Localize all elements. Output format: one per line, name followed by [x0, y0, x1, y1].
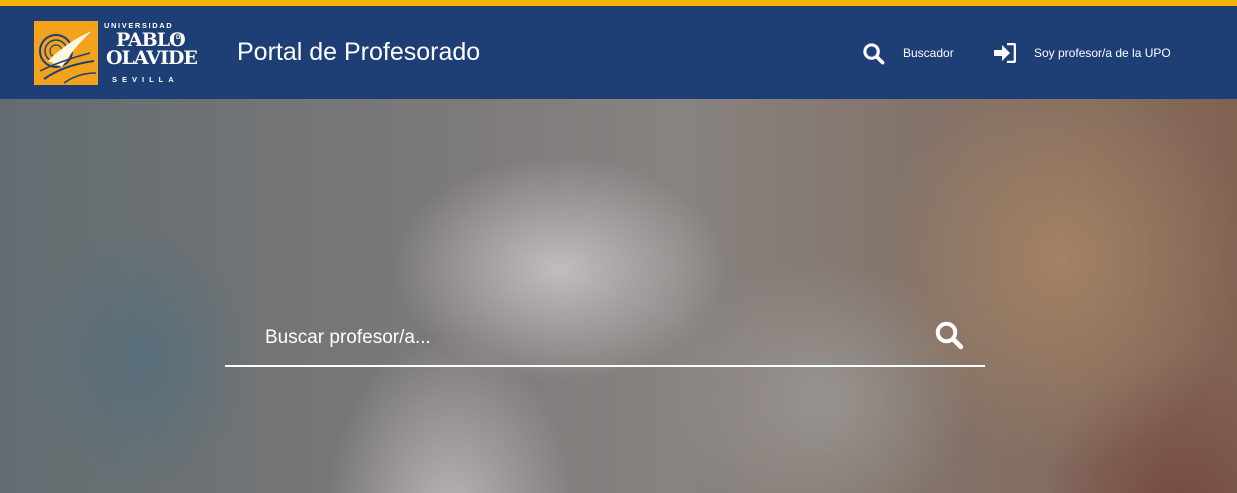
professor-search-box	[225, 309, 985, 367]
logo-wordmark: UNIVERSIDAD PABLO DE OLAVIDE SEVILLA	[104, 21, 198, 85]
nav-search-label: Buscador	[903, 46, 954, 60]
sign-in-icon	[994, 43, 1016, 63]
site-header: UNIVERSIDAD PABLO DE OLAVIDE SEVILLA Por…	[0, 6, 1237, 99]
page-title: Portal de Profesorado	[237, 38, 481, 66]
logo-emblem-icon	[34, 21, 98, 85]
search-submit-button[interactable]	[934, 320, 966, 352]
logo-olavide-text: OLAVIDE	[106, 47, 198, 69]
hero-image-overlay	[0, 99, 1237, 493]
nav-search-link[interactable]: Buscador	[862, 38, 954, 68]
nav-login-link[interactable]: Soy profesor/a de la UPO	[994, 38, 1171, 68]
search-icon	[935, 321, 964, 350]
professor-search-input[interactable]	[263, 323, 907, 353]
hero-banner	[0, 99, 1237, 493]
logo-sevilla-text: SEVILLA	[112, 75, 179, 84]
university-logo[interactable]: UNIVERSIDAD PABLO DE OLAVIDE SEVILLA	[34, 21, 198, 85]
logo-de-text: DE	[176, 35, 185, 41]
nav-login-label: Soy profesor/a de la UPO	[1034, 46, 1171, 60]
search-icon	[863, 42, 885, 64]
